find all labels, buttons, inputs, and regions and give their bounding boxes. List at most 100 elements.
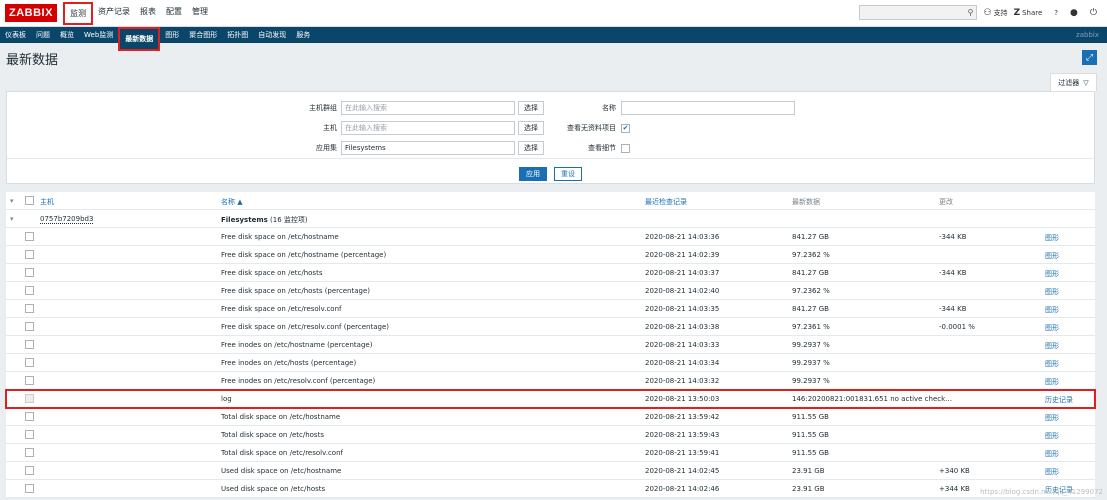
page-title: 最新数据 [6, 52, 59, 68]
item-last-value: 23.91 GB [792, 467, 825, 475]
hosts-input[interactable]: 在此输入搜索 [341, 121, 515, 135]
fullscreen-button[interactable]: ⤢ [1082, 50, 1097, 65]
show-details-label: 查看细节 [588, 144, 616, 152]
subnav-screens[interactable]: 聚合图形 [184, 27, 222, 43]
item-action-link[interactable]: 图形 [1045, 233, 1059, 243]
collapse-all-icon[interactable]: ▾ [10, 197, 14, 205]
hosts-select-button[interactable]: 选择 [518, 121, 544, 135]
name-input[interactable] [621, 101, 795, 115]
global-search-input[interactable]: ⚲ [859, 5, 978, 20]
item-action-link[interactable]: 图形 [1045, 431, 1059, 441]
host-groups-input[interactable]: 在此输入搜索 [341, 101, 515, 115]
search-icon[interactable]: ⚲ [968, 8, 974, 17]
item-last-check: 2020-08-21 14:03:32 [645, 377, 720, 385]
subnav-graphs[interactable]: 图形 [160, 27, 184, 43]
item-action-link[interactable]: 图形 [1045, 305, 1059, 315]
host-column-header[interactable]: 主机 [40, 197, 54, 207]
row-checkbox[interactable] [25, 286, 34, 295]
support-icon: ⚇ [983, 7, 992, 18]
item-action-link[interactable]: 图形 [1045, 449, 1059, 459]
item-action-link[interactable]: 图形 [1045, 269, 1059, 279]
row-checkbox[interactable] [25, 484, 34, 493]
reset-button[interactable]: 重设 [554, 167, 582, 181]
subnav-problems[interactable]: 问题 [31, 27, 55, 43]
item-last-check: 2020-08-21 13:59:42 [645, 413, 720, 421]
row-checkbox[interactable] [25, 232, 34, 241]
latest-data-table: ▾ 主机 名称 ▲ 最近检查记录 最新数据 更改 ▾ 0757b7209bd3 … [5, 192, 1096, 498]
menu-administration[interactable]: 管理 [187, 2, 213, 25]
item-name: Free disk space on /etc/hosts [221, 269, 323, 277]
table-row: Total disk space on /etc/resolv.conf 2020… [6, 444, 1095, 462]
zabbix-logo[interactable]: ZABBIX [5, 4, 57, 22]
item-name: Used disk space on /etc/hosts [221, 485, 326, 493]
row-checkbox[interactable] [25, 466, 34, 475]
item-change: +340 KB [939, 467, 970, 475]
row-checkbox[interactable] [25, 304, 34, 313]
item-action-link[interactable]: 图形 [1045, 377, 1059, 387]
item-name: Total disk space on /etc/resolv.conf [221, 449, 343, 457]
support-label: 支持 [993, 8, 1008, 17]
support-link[interactable]: ⚇ 支持 [983, 8, 1007, 18]
apply-button[interactable]: 应用 [519, 167, 547, 181]
table-row: Free disk space on /etc/hosts (percentag… [6, 282, 1095, 300]
item-action-link[interactable]: 图形 [1045, 323, 1059, 333]
subnav-web[interactable]: Web监测 [79, 27, 118, 43]
table-row: Total disk space on /etc/hosts 2020-08-21… [6, 426, 1095, 444]
item-name: Total disk space on /etc/hostname [221, 413, 341, 421]
row-checkbox[interactable] [25, 268, 34, 277]
item-action-link[interactable]: 图形 [1045, 251, 1059, 261]
collapse-group-icon[interactable]: ▾ [10, 215, 14, 223]
item-action-link[interactable]: 图形 [1045, 341, 1059, 351]
show-no-data-checkbox[interactable]: ✔ [621, 123, 630, 133]
row-checkbox[interactable] [25, 412, 34, 421]
row-checkbox[interactable] [25, 250, 34, 259]
subnav-overview[interactable]: 概览 [55, 27, 79, 43]
application-select-button[interactable]: 选择 [518, 141, 544, 155]
item-last-check: 2020-08-21 14:02:46 [645, 485, 720, 493]
item-action-link[interactable]: 图形 [1045, 467, 1059, 477]
filter-divider [7, 158, 1094, 159]
host-groups-select-button[interactable]: 选择 [518, 101, 544, 115]
row-checkbox[interactable] [25, 376, 34, 385]
item-action-link[interactable]: 图形 [1045, 413, 1059, 423]
last-check-column-header[interactable]: 最近检查记录 [645, 197, 687, 207]
row-checkbox[interactable] [25, 340, 34, 349]
item-name: Used disk space on /etc/hostname [221, 467, 342, 475]
subnav-discovery[interactable]: 自动发现 [253, 27, 291, 43]
row-checkbox[interactable] [25, 394, 34, 403]
select-all-checkbox[interactable] [25, 196, 34, 205]
power-icon[interactable]: ⏻ [1090, 8, 1097, 18]
host-link[interactable]: 0757b7209bd3 [40, 215, 94, 224]
name-column-header[interactable]: 名称 ▲ [221, 197, 243, 207]
application-input[interactable]: Filesystems [341, 141, 515, 155]
page-header: 最新数据 ⤢ [0, 43, 1107, 73]
item-action-link[interactable]: 历史记录 [1045, 395, 1073, 405]
menu-inventory[interactable]: 资产记录 [93, 2, 135, 25]
row-checkbox[interactable] [25, 448, 34, 457]
subnav-services[interactable]: 服务 [291, 27, 315, 43]
top-right-tools: ⚲ ⚇ 支持 Z Share ? ● ⏻ [859, 5, 1097, 20]
item-action-link[interactable]: 图形 [1045, 287, 1059, 297]
item-action-link[interactable]: 图形 [1045, 359, 1059, 369]
menu-reports[interactable]: 报表 [135, 2, 161, 25]
subnav-dashboard[interactable]: 仪表板 [0, 27, 31, 43]
menu-configuration[interactable]: 配置 [161, 2, 187, 25]
share-link[interactable]: Z Share [1014, 8, 1043, 18]
row-checkbox[interactable] [25, 430, 34, 439]
application-group-label: Filesystems (16 监控项) [221, 215, 308, 225]
row-checkbox[interactable] [25, 358, 34, 367]
subnav-maps[interactable]: 拓扑图 [222, 27, 253, 43]
item-name: Free disk space on /etc/hosts (percentag… [221, 287, 371, 295]
item-last-value: 911.55 GB [792, 449, 829, 457]
item-last-check: 2020-08-21 14:03:35 [645, 305, 720, 313]
user-icon[interactable]: ● [1070, 8, 1078, 18]
name-label: 名称 [602, 104, 616, 112]
help-button[interactable]: ? [1054, 9, 1058, 17]
menu-monitoring[interactable]: 监测 [62, 1, 93, 25]
item-name: Free disk space on /etc/hostname (percen… [221, 251, 387, 259]
row-checkbox[interactable] [25, 322, 34, 331]
filter-tab[interactable]: 过滤器 ▽ [1050, 73, 1097, 91]
table-row: Free inodes on /etc/hostname (percentage… [6, 336, 1095, 354]
application-group-name: Filesystems [221, 216, 268, 224]
show-details-checkbox[interactable] [621, 143, 630, 153]
